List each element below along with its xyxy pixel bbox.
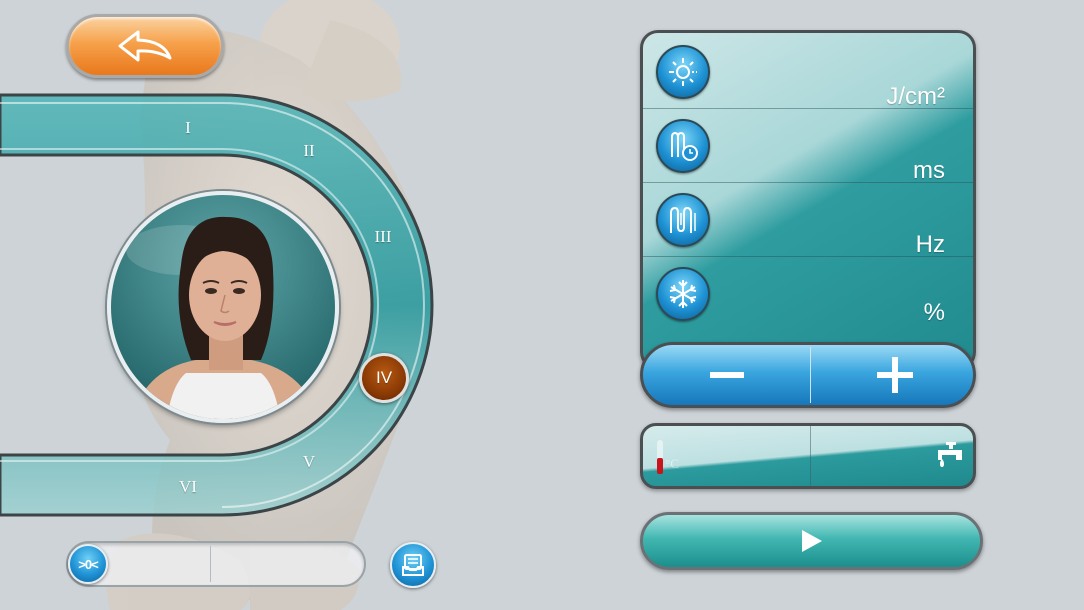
temperature-unit: °C [665,456,679,471]
frequency-icon [656,193,710,247]
play-icon [801,530,822,552]
compress-label: >0< [78,556,98,572]
skin-type-iv-selected[interactable]: IV [359,353,409,403]
water-button[interactable] [811,426,973,486]
save-button[interactable] [390,542,436,588]
adjust-bar [640,342,976,408]
sun-energy-icon [656,45,710,99]
param-row-energy[interactable]: J/cm² [643,35,973,110]
energy-unit: J/cm² [886,83,945,110]
bottom-slider[interactable] [66,541,366,587]
temperature-button[interactable]: °C [643,426,810,486]
plus-icon [876,357,913,393]
start-button[interactable] [640,512,983,570]
face-portrait [107,191,339,423]
minus-icon [709,372,744,378]
skin-type-vi[interactable]: VI [179,477,197,497]
skin-type-i[interactable]: I [185,118,191,138]
pulse-width-unit: ms [913,157,945,184]
slider-divider [210,546,211,582]
snowflake-cooling-icon [656,267,710,321]
pulse-width-icon [656,119,710,173]
compress-button[interactable]: >0< [68,544,108,584]
param-row-cooling[interactable]: % [643,257,973,331]
water-tap-icon [938,442,962,467]
woman-face-image [126,216,320,419]
skin-type-iii[interactable]: III [375,227,392,247]
cooling-unit: % [923,299,945,326]
skin-type-ii[interactable]: II [303,141,314,161]
plus-button[interactable] [811,345,978,405]
frequency-unit: Hz [915,231,945,258]
skin-type-v[interactable]: V [303,452,315,472]
parameter-panel: J/cm² ms Hz % [640,30,976,370]
param-row-pulse-width[interactable]: ms [643,109,973,184]
temperature-water-bar: °C [640,423,976,489]
save-tray-icon [402,554,424,576]
minus-button[interactable] [643,345,810,405]
param-row-frequency[interactable]: Hz [643,183,973,258]
